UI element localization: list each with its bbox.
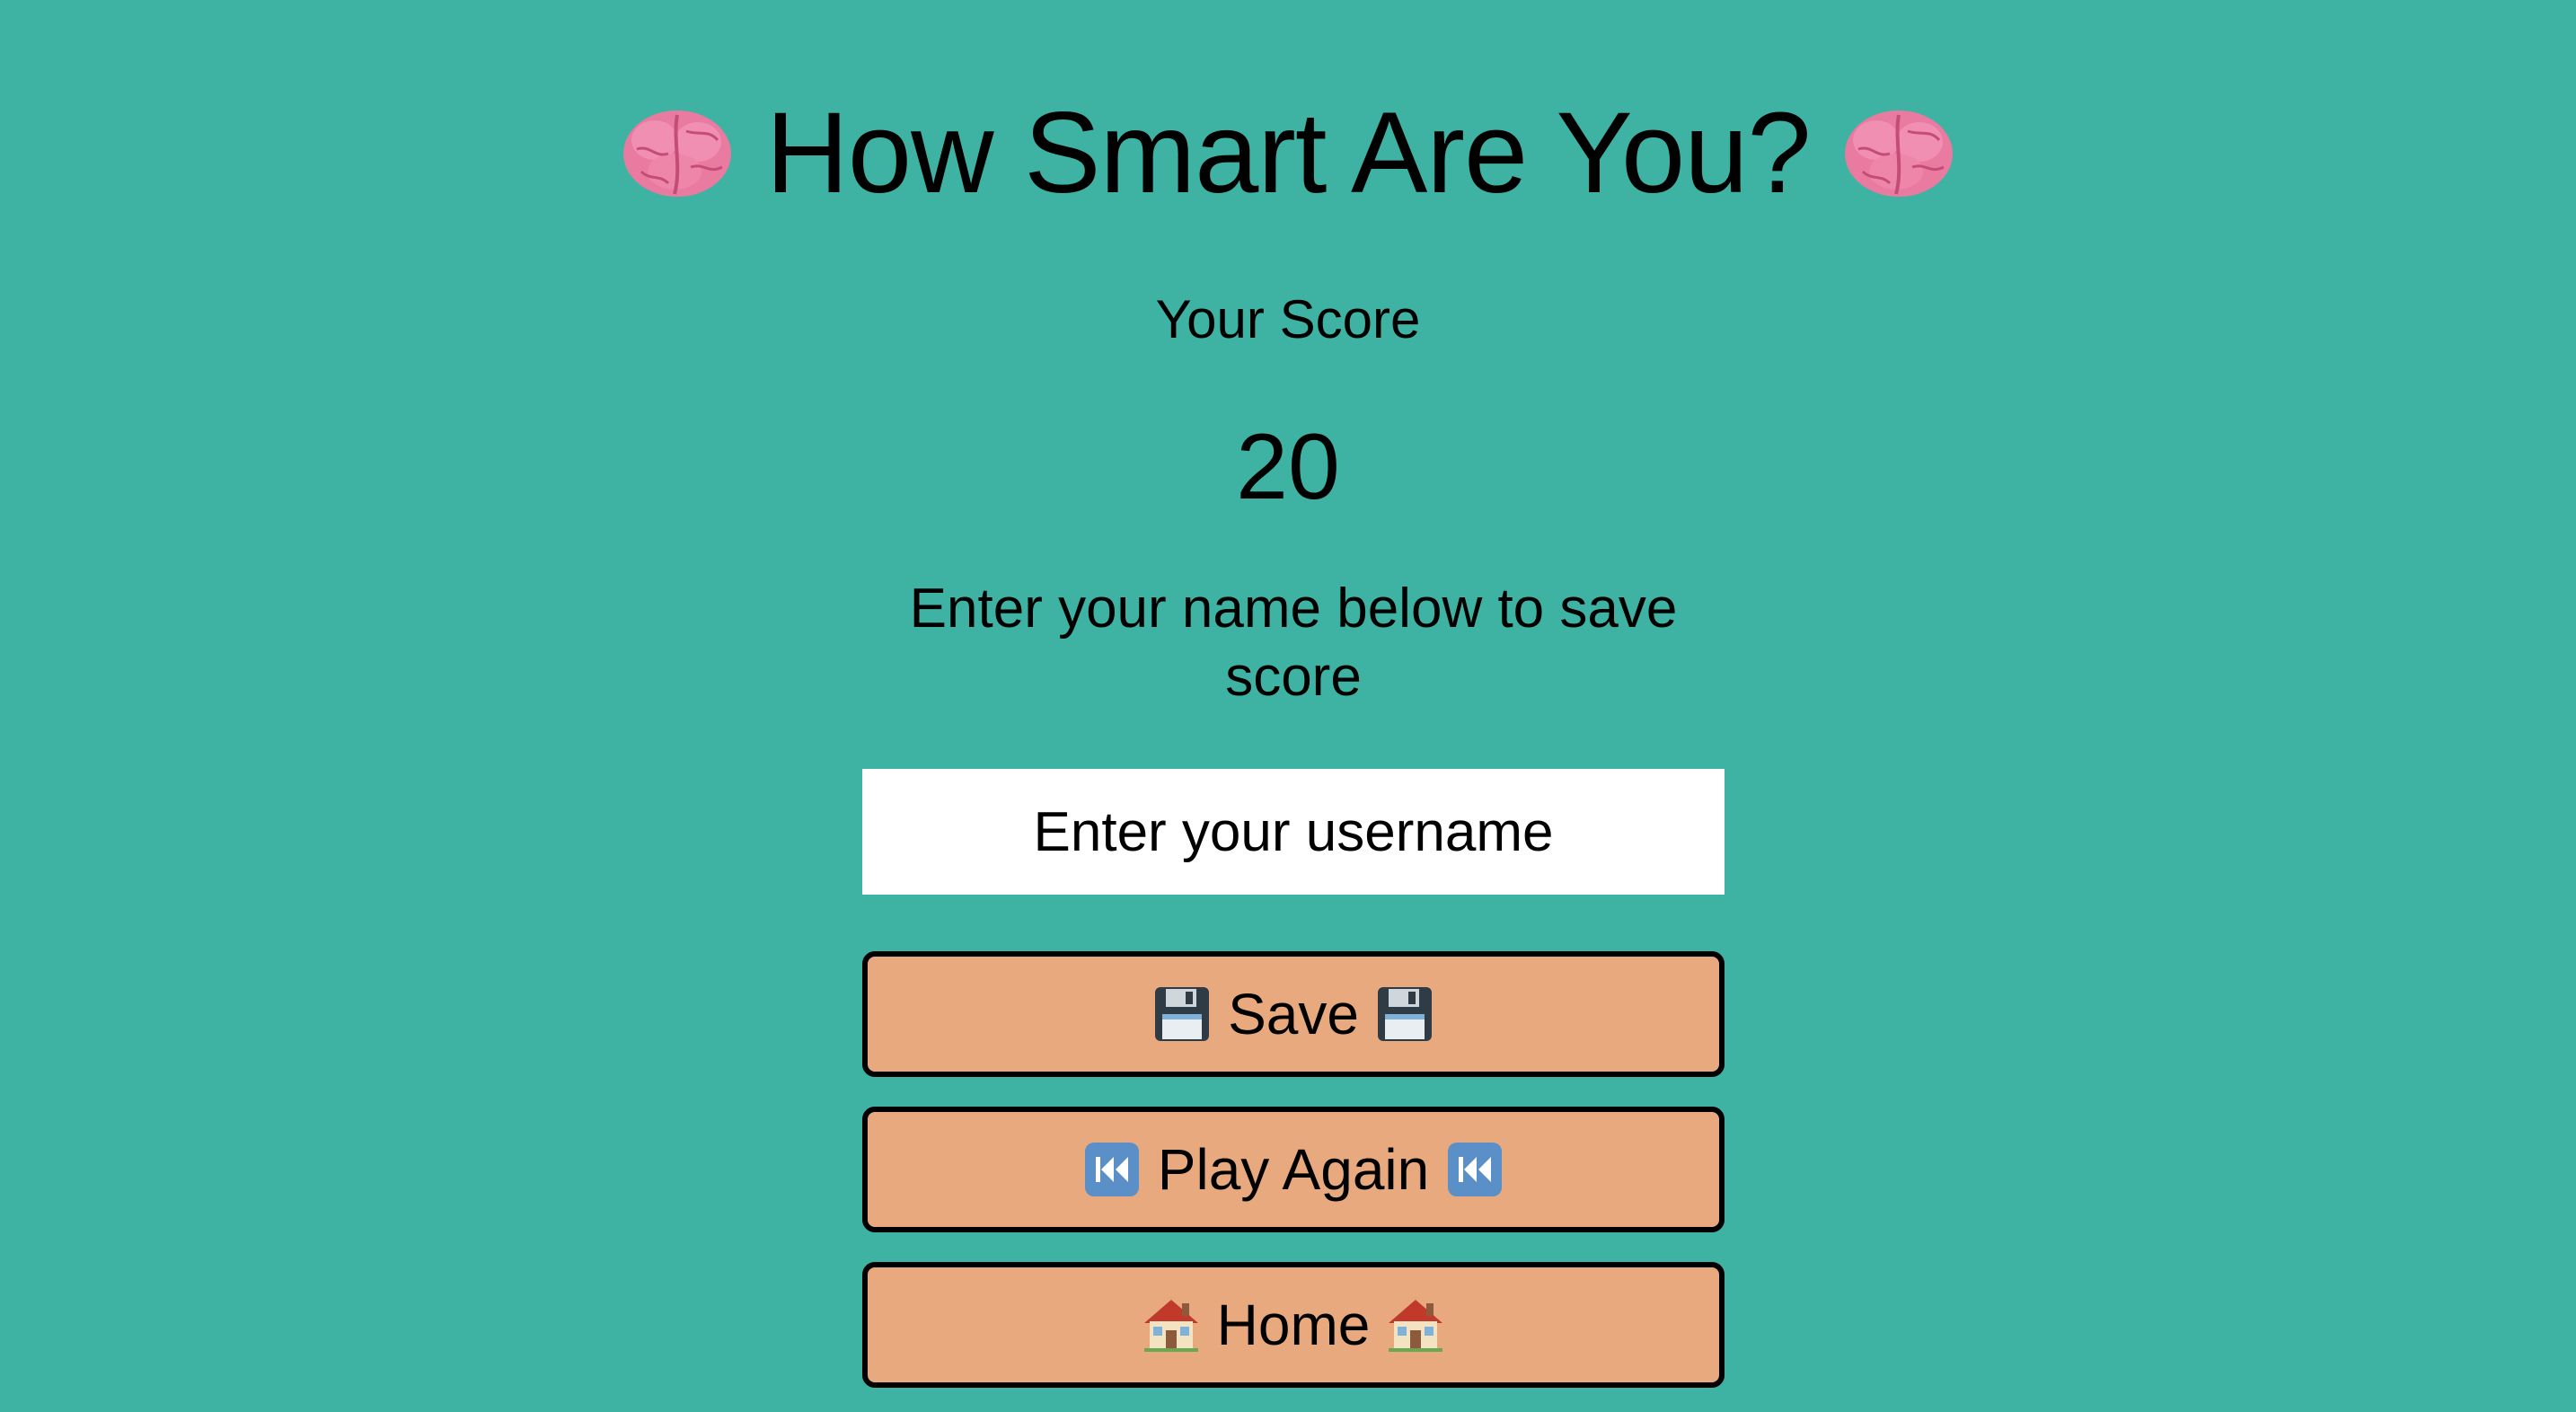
rewind-icon <box>1081 1138 1143 1201</box>
score-value: 20 <box>1236 415 1340 519</box>
home-button-label: Home <box>1216 1293 1371 1357</box>
house-icon <box>1140 1293 1203 1356</box>
floppy-disk-icon <box>1373 983 1436 1046</box>
brain-icon <box>1836 100 1962 207</box>
score-label: Your Score <box>1155 289 1421 349</box>
rewind-icon <box>1443 1138 1506 1201</box>
play-again-button-label: Play Again <box>1157 1137 1430 1202</box>
end-screen: How Smart Are You? Your Score 20 Enter y… <box>0 0 2576 1412</box>
username-input[interactable] <box>862 769 1725 895</box>
brain-icon <box>614 100 740 207</box>
title-row: How Smart Are You? <box>0 86 2576 221</box>
save-button[interactable]: Save <box>862 951 1725 1077</box>
floppy-disk-icon <box>1151 983 1213 1046</box>
home-button[interactable]: Home <box>862 1262 1725 1388</box>
save-button-label: Save <box>1228 982 1359 1046</box>
play-again-button[interactable]: Play Again <box>862 1107 1725 1232</box>
save-instructions: Enter your name below to save score <box>909 578 1678 708</box>
page-title: How Smart Are You? <box>765 89 1811 217</box>
house-icon <box>1384 1293 1447 1356</box>
